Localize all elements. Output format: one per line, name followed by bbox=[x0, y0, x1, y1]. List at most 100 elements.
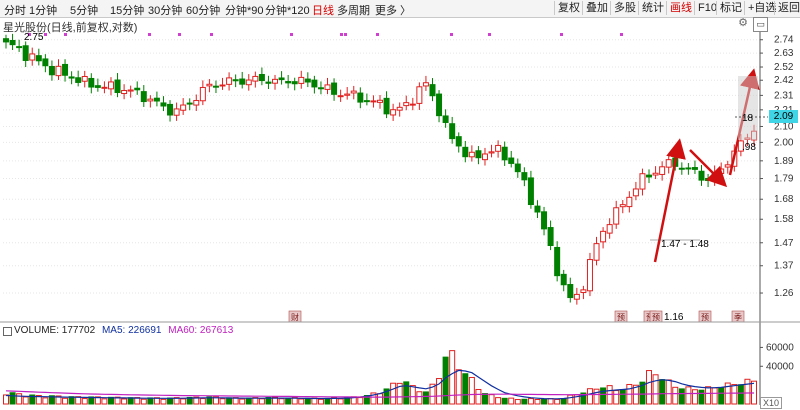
period-more[interactable]: 更多 〉 bbox=[375, 2, 411, 18]
volume-bar-down bbox=[521, 398, 528, 405]
candle-body-down bbox=[285, 81, 292, 84]
candle-body-down bbox=[304, 78, 311, 83]
volume-bar-up bbox=[101, 398, 108, 405]
candle-body-down bbox=[265, 81, 272, 84]
candle-body-down bbox=[114, 79, 121, 93]
candle bbox=[409, 97, 416, 111]
candle-body-down bbox=[527, 177, 534, 206]
volume-header: VOLUME: 177702 MA5: 226691 MA60: 267613 bbox=[14, 325, 237, 336]
candle bbox=[370, 95, 377, 108]
candle bbox=[311, 75, 318, 94]
candle-body-down bbox=[534, 205, 541, 213]
volume-bar-down bbox=[304, 397, 311, 405]
volume-bar-up bbox=[239, 398, 246, 405]
volume-bar-up bbox=[665, 379, 672, 405]
price-tick-label: 2.10 bbox=[774, 121, 794, 132]
period-daily[interactable]: 日线 bbox=[312, 2, 334, 18]
volume-bar-up bbox=[258, 398, 265, 405]
candle-body-up bbox=[619, 204, 626, 208]
volume-bar-up bbox=[180, 398, 187, 405]
tongji-button[interactable]: 统计 bbox=[638, 1, 667, 15]
candle bbox=[678, 162, 685, 175]
volume-bar-down bbox=[541, 398, 548, 405]
volume-bar-up bbox=[567, 394, 574, 405]
duogu-button[interactable]: 多股 bbox=[610, 1, 639, 15]
price-tick-label: 2.52 bbox=[774, 62, 794, 73]
candle bbox=[16, 39, 23, 52]
candle bbox=[219, 77, 226, 90]
candle-body-up bbox=[396, 106, 403, 111]
candle-body-up bbox=[390, 109, 397, 116]
period-120min[interactable]: 分钟*120 bbox=[265, 2, 310, 18]
candle-body-up bbox=[488, 151, 495, 154]
candle-body-down bbox=[363, 100, 370, 103]
volume-collapse-icon[interactable] bbox=[3, 327, 12, 336]
volume-bar-up bbox=[514, 399, 521, 405]
candle-body-down bbox=[35, 55, 42, 62]
period-1min[interactable]: 1分钟 bbox=[29, 2, 57, 18]
candle bbox=[226, 72, 233, 91]
candle bbox=[436, 90, 443, 123]
candle-body-up bbox=[370, 100, 377, 103]
volume-bar-up bbox=[140, 398, 147, 405]
volume-bar-down bbox=[619, 389, 626, 405]
candle-body-down bbox=[278, 77, 285, 81]
fuquan-button[interactable]: 复权 bbox=[554, 1, 583, 15]
price-tick-label: 1.26 bbox=[774, 288, 794, 299]
candle bbox=[114, 73, 121, 98]
candle bbox=[488, 144, 495, 158]
candle-body-up bbox=[718, 168, 725, 174]
candle bbox=[317, 81, 324, 95]
volume-bar-down bbox=[737, 384, 744, 405]
candle-body-up bbox=[219, 84, 226, 87]
period-fenshi[interactable]: 分时 bbox=[4, 2, 26, 18]
gear-icon[interactable]: ⚙ bbox=[736, 17, 750, 30]
candle-body-down bbox=[68, 76, 75, 79]
candle bbox=[429, 78, 436, 102]
period-60min[interactable]: 60分钟 bbox=[186, 2, 220, 18]
candle-body-up bbox=[652, 172, 659, 176]
candle bbox=[101, 81, 108, 94]
volume-bar-up bbox=[3, 394, 9, 405]
candle bbox=[272, 74, 279, 90]
candle-body-up bbox=[422, 82, 429, 87]
candle-body-up bbox=[245, 79, 252, 86]
candle-body-down bbox=[311, 79, 318, 88]
back-button[interactable]: 返回 bbox=[774, 1, 800, 15]
period-5min[interactable]: 5分钟 bbox=[70, 2, 98, 18]
biaoji-button[interactable]: 标记 bbox=[716, 1, 745, 15]
period-90min[interactable]: 分钟*90 bbox=[225, 2, 264, 18]
diejia-button[interactable]: 叠加 bbox=[582, 1, 611, 15]
period-30min[interactable]: 30分钟 bbox=[148, 2, 182, 18]
candle bbox=[232, 74, 239, 88]
candle bbox=[324, 77, 331, 95]
price-tick-label: 1.37 bbox=[774, 261, 794, 272]
huaxian-button[interactable]: 画线 bbox=[666, 1, 695, 15]
candle-body-up bbox=[377, 99, 383, 103]
volume-bar-down bbox=[226, 397, 233, 405]
window-toggle-icon[interactable]: ▭ bbox=[753, 17, 768, 32]
candle bbox=[534, 200, 541, 219]
candle bbox=[173, 102, 180, 121]
volume-bar-up bbox=[672, 386, 679, 405]
candle bbox=[35, 48, 42, 66]
candle-body-up bbox=[127, 89, 134, 92]
candle-body-down bbox=[317, 87, 324, 90]
volume-bar-down bbox=[422, 391, 429, 405]
candle-body-down bbox=[508, 157, 515, 164]
volume-bar-up bbox=[317, 398, 324, 405]
volume-bar-up bbox=[16, 393, 23, 405]
period-multi[interactable]: 多周期 bbox=[337, 2, 370, 18]
candle bbox=[390, 103, 397, 121]
candle-body-down bbox=[160, 102, 167, 107]
event-marker-row: 财预预预预季 bbox=[28, 33, 745, 323]
candle-body-down bbox=[678, 167, 685, 170]
candle-body-down bbox=[383, 97, 390, 115]
volume-bar-down bbox=[698, 389, 705, 405]
candle bbox=[475, 146, 482, 165]
period-15min[interactable]: 15分钟 bbox=[110, 2, 144, 18]
x10-badge[interactable]: X10 bbox=[760, 397, 783, 409]
candle-body-down bbox=[541, 211, 548, 230]
volume-bar-up bbox=[744, 378, 751, 405]
candle bbox=[573, 287, 580, 305]
